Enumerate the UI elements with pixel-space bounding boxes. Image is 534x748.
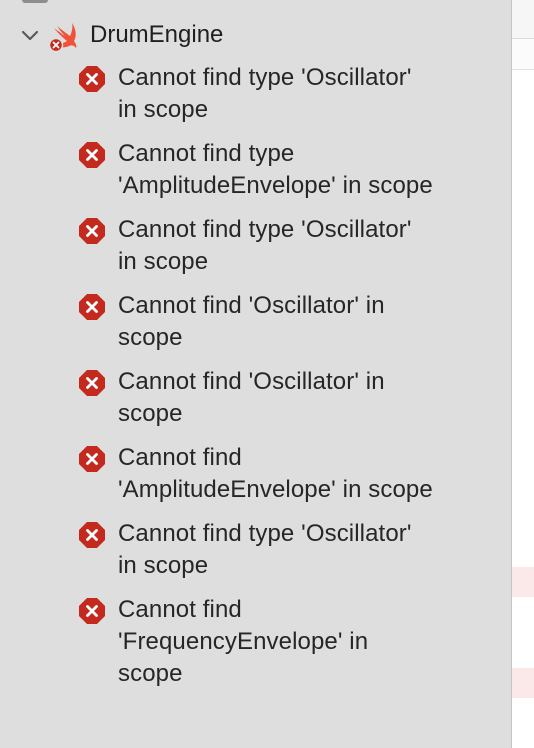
folder-icon [22,0,48,3]
error-icon [79,142,105,168]
error-icon [79,370,105,396]
issue-message: Cannot find type 'Oscillator' in scope [118,518,488,582]
group-title: DrumEngine [90,21,224,48]
editor-jump-bar [512,39,534,70]
chevron-down-icon[interactable] [20,26,40,46]
issue-group-drumengine[interactable]: DrumEngine [0,16,511,54]
issue-message-line: Cannot find type 'Oscillator' [118,520,412,547]
issue-message-line: scope [118,400,183,427]
issue-message: Cannot find type 'AmplitudeEnvelope' in … [118,138,488,202]
swift-file-icon [48,23,77,51]
issue-message-line: 'FrequencyEnvelope' in [118,628,369,655]
error-line-highlight [512,668,534,698]
issue-message-line: in scope [118,552,209,579]
issue-message: Cannot find 'Oscillator' in scope [118,290,488,354]
issue-message-line: 'AmplitudeEnvelope' in scope [118,172,433,199]
error-icon [79,446,105,472]
issue-message: Cannot find 'Oscillator' in scope [118,366,488,430]
issue-message: Cannot find type 'Oscillator' in scope [118,62,488,126]
previous-row-partial[interactable] [22,0,48,4]
issue-message-line: Cannot find [118,444,242,471]
issue-message-line: scope [118,324,183,351]
issue-message-line: scope [118,660,183,687]
issue-message-line: Cannot find 'Oscillator' in [118,368,385,395]
error-icon [79,294,105,320]
issue-message-line: Cannot find 'Oscillator' in [118,292,385,319]
error-icon [79,218,105,244]
issue-message-line: 'AmplitudeEnvelope' in scope [118,476,433,503]
issue-message: Cannot find 'FrequencyEnvelope' in scope [118,594,488,690]
error-icon [79,598,105,624]
issue-message-line: Cannot find type 'Oscillator' [118,64,412,91]
issue-message-line: in scope [118,248,209,275]
editor-tab-bar [512,0,534,39]
error-icon [79,522,105,548]
issue-message-line: Cannot find type [118,140,295,167]
issue-message: Cannot find 'AmplitudeEnvelope' in scope [118,442,488,506]
issue-message-line: in scope [118,96,209,123]
error-icon [79,66,105,92]
issue-message-line: Cannot find type 'Oscillator' [118,216,412,243]
error-line-highlight [512,567,534,597]
issue-message: Cannot find type 'Oscillator' in scope [118,214,488,278]
source-editor[interactable] [512,0,534,748]
issue-message-line: Cannot find [118,596,242,623]
issue-navigator: DrumEngine Cannot find type 'Oscillator'… [0,0,511,748]
